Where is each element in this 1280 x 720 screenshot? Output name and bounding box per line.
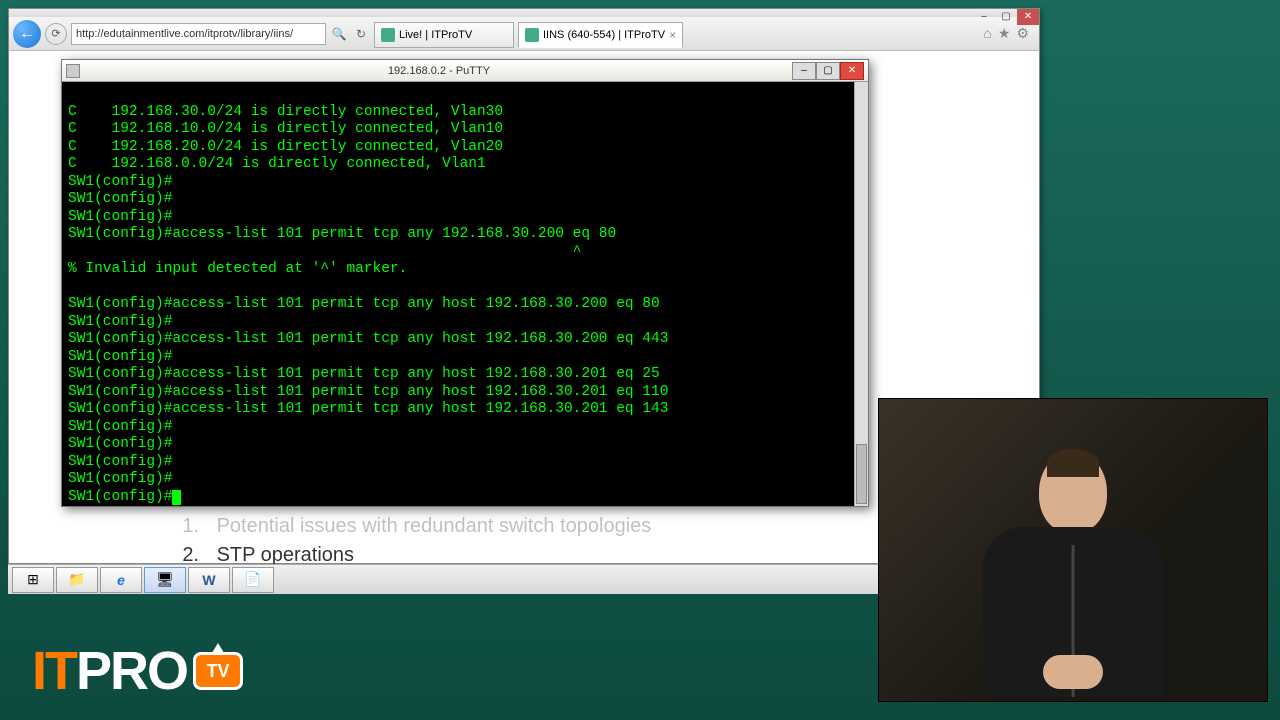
terminal[interactable]: C 192.168.30.0/24 is directly connected,… [62,82,868,506]
terminal-line: C 192.168.20.0/24 is directly connected,… [68,139,503,155]
search-icon[interactable]: 🔍 [330,27,348,41]
putty-icon [66,64,80,78]
scrollbar-vertical[interactable] [854,82,868,506]
putty-maximize-button[interactable]: ▢ [816,62,840,80]
presenter-head [1039,451,1107,533]
terminal-line: SW1(config)# [68,419,172,435]
terminal-line: SW1(config)# [68,454,172,470]
terminal-line: SW1(config)#access-list 101 permit tcp a… [68,366,660,382]
putty-titlebar[interactable]: 192.168.0.2 - PuTTY – ▢ ✕ [62,60,868,82]
maximize-button[interactable]: ▢ [995,9,1017,25]
terminal-line: SW1(config)#access-list 101 permit tcp a… [68,296,660,312]
putty-close-button[interactable]: ✕ [840,62,864,80]
terminal-line: SW1(config)#access-list 101 permit tcp a… [68,226,616,242]
star-icon[interactable]: ★ [998,25,1011,42]
list-text: Potential issues with redundant switch t… [217,515,652,537]
presenter-hands [1043,655,1103,689]
video-content [879,399,1267,701]
terminal-line: C 192.168.10.0/24 is directly connected,… [68,121,503,137]
putty-window: 192.168.0.2 - PuTTY – ▢ ✕ C 192.168.30.0… [61,59,869,507]
taskbar-putty[interactable]: 🖥 [144,567,186,593]
forward-refresh-button[interactable]: ⟳ [45,23,67,45]
terminal-line: ^ [68,244,581,260]
nav-right-controls: ⌂ ★ ⚙ [983,25,1035,42]
terminal-line: C 192.168.0.0/24 is directly connected, … [68,156,486,172]
terminal-line: SW1(config)# [68,191,172,207]
taskbar-word[interactable]: W [188,567,230,593]
logo-pro: PRO [76,640,187,702]
minimize-button[interactable]: – [973,9,995,25]
terminal-line: % Invalid input detected at '^' marker. [68,261,407,277]
terminal-line: SW1(config)# [68,174,172,190]
start-button[interactable]: ⊞ [12,567,54,593]
tab-close-icon[interactable]: × [669,28,676,42]
home-icon[interactable]: ⌂ [983,25,991,42]
itprotv-logo: IT PRO TV [32,640,243,702]
back-button[interactable]: ← [13,20,41,48]
presenter [973,441,1173,701]
browser-titlebar: – ▢ ✕ [9,9,1039,17]
url-text: http://edutainmentlive.com/itprotv/libra… [76,28,293,40]
taskbar-ie[interactable]: e [100,567,142,593]
tab-live[interactable]: Live! | ITProTV [374,22,514,48]
close-button[interactable]: ✕ [1017,9,1039,25]
logo-tv-icon: TV [193,652,243,690]
address-bar[interactable]: http://edutainmentlive.com/itprotv/libra… [71,23,326,45]
reload-icon[interactable]: ↻ [352,27,370,41]
terminal-line: SW1(config)# [68,489,172,505]
favicon-icon [525,28,539,42]
taskbar-explorer[interactable]: 📁 [56,567,98,593]
scrollbar-thumb[interactable] [856,444,867,504]
terminal-line: SW1(config)# [68,349,172,365]
terminal-line: C 192.168.30.0/24 is directly connected,… [68,104,503,120]
terminal-line: SW1(config)# [68,314,172,330]
list-text: STP operations [217,544,355,566]
tab-label: Live! | ITProTV [399,29,472,41]
presenter-torso [983,527,1163,697]
terminal-line: SW1(config)#access-list 101 permit tcp a… [68,401,668,417]
list-number: 1. [169,515,199,538]
tab-iins[interactable]: IINS (640-554) | ITProTV × [518,22,683,48]
putty-title: 192.168.0.2 - PuTTY [86,65,792,77]
terminal-line: SW1(config)# [68,209,172,225]
tab-label: IINS (640-554) | ITProTV [543,29,665,41]
terminal-line: SW1(config)# [68,471,172,487]
taskbar-notepad[interactable]: 📄 [232,567,274,593]
window-controls: – ▢ ✕ [973,9,1039,17]
putty-minimize-button[interactable]: – [792,62,816,80]
nav-bar: ← ⟳ http://edutainmentlive.com/itprotv/l… [9,17,1039,51]
terminal-line: SW1(config)# [68,436,172,452]
terminal-line: SW1(config)#access-list 101 permit tcp a… [68,384,668,400]
gear-icon[interactable]: ⚙ [1016,25,1029,42]
terminal-cursor [172,490,181,505]
putty-controls: – ▢ ✕ [792,62,864,80]
logo-it: IT [32,640,76,702]
favicon-icon [381,28,395,42]
video-pane [878,398,1268,702]
terminal-line: SW1(config)#access-list 101 permit tcp a… [68,331,668,347]
